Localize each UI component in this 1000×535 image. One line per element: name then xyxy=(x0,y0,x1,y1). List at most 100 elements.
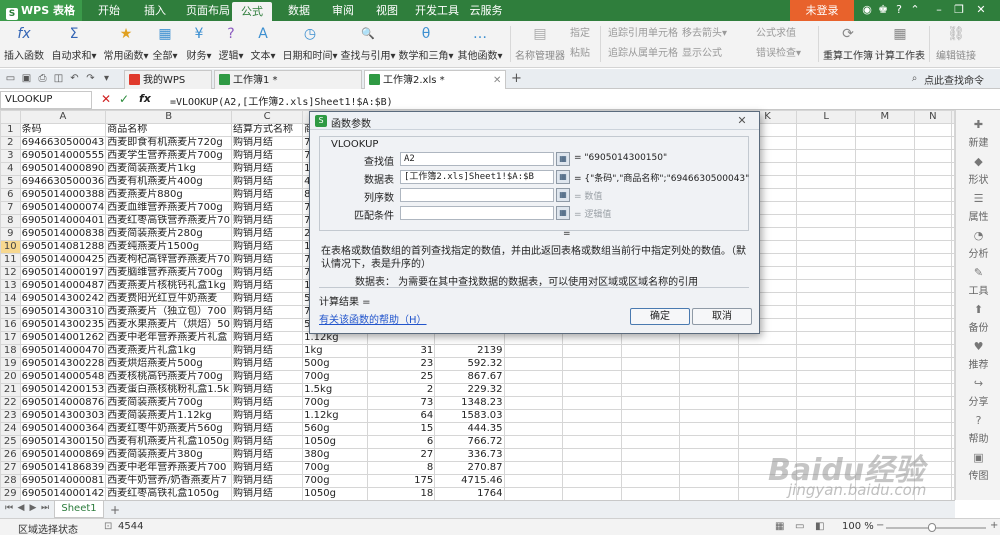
cell-empty[interactable] xyxy=(562,435,623,449)
open-icon[interactable]: ▭ xyxy=(4,72,17,85)
cell-b[interactable]: 西麦核桃高钙燕麦片700g xyxy=(105,370,233,384)
cell-empty[interactable] xyxy=(621,396,681,410)
cell-a[interactable]: 6905014000487 xyxy=(19,279,107,293)
cell-empty[interactable] xyxy=(503,357,564,371)
cell-empty[interactable] xyxy=(621,383,681,397)
cell-empty[interactable] xyxy=(503,396,564,410)
cell-f[interactable]: 2139 xyxy=(434,344,505,358)
cell-empty[interactable] xyxy=(679,487,739,500)
cell-b[interactable]: 西麦中老年营养燕麦片礼盒 xyxy=(105,331,233,345)
zoom-slider[interactable] xyxy=(886,527,986,529)
cell-a[interactable]: 6905014186839 xyxy=(19,461,107,475)
cell-empty[interactable] xyxy=(796,474,856,488)
cell-b[interactable]: 西麦燕麦片880g xyxy=(105,188,233,202)
cell-c[interactable]: 购销月结 xyxy=(231,487,304,500)
tab-insert[interactable]: 插入 xyxy=(138,0,172,21)
name-box[interactable]: VLOOKUP xyxy=(0,91,92,109)
formula-input[interactable]: =VLOOKUP(A2,[工作簿2.xls]Sheet1!$A:$B) xyxy=(170,93,393,108)
row-header[interactable]: 13 xyxy=(0,279,21,293)
cell-empty[interactable] xyxy=(503,435,564,449)
cell-a[interactable]: 6905014200153 xyxy=(19,383,107,397)
cell-empty[interactable] xyxy=(503,487,564,500)
cell-b[interactable]: 西麦牛奶营养/奶香燕麦片7 xyxy=(105,474,233,488)
cell-b[interactable]: 西麦有机燕麦片礼盒1050g xyxy=(105,435,233,449)
cell-empty[interactable] xyxy=(854,279,915,293)
collapse-dialog-icon[interactable]: ▦ xyxy=(556,188,570,202)
minimize-icon[interactable]: – xyxy=(932,3,946,17)
cell-a[interactable]: 6946630500043 xyxy=(19,136,107,150)
zoom-in-icon[interactable]: + xyxy=(990,520,998,531)
insert-function-button[interactable]: fx 插入函数 xyxy=(4,23,44,66)
cell-b[interactable]: 西麦简装燕麦片280g xyxy=(105,227,233,241)
cell-c[interactable]: 购销月结 xyxy=(231,435,304,449)
dropdown-icon[interactable]: ▾ xyxy=(100,72,113,85)
cancel-icon[interactable]: ✕ xyxy=(101,92,111,106)
cell-empty[interactable] xyxy=(503,344,564,358)
cell-d[interactable]: 1050g xyxy=(302,435,369,449)
redo-icon[interactable]: ↷ xyxy=(84,72,97,85)
cell-empty[interactable] xyxy=(621,370,681,384)
cell-empty[interactable] xyxy=(621,461,681,475)
function-help-link[interactable]: 有关该函数的帮助（H） xyxy=(319,311,427,326)
other-functions-button[interactable]: … 其他函数▾ xyxy=(456,23,504,66)
cell-empty[interactable] xyxy=(679,370,739,384)
cell-b[interactable]: 西麦简装燕麦片1.12kg xyxy=(105,409,233,423)
cell-empty[interactable] xyxy=(621,357,681,371)
collapse-dialog-icon[interactable]: ▦ xyxy=(556,170,570,184)
cell-b[interactable]: 西麦枸杞高锌营养燕麦片70 xyxy=(105,253,233,267)
cell-a[interactable]: 6905014000548 xyxy=(19,370,107,384)
cell-empty[interactable] xyxy=(796,149,856,163)
cell-empty[interactable] xyxy=(854,357,915,371)
cell-f[interactable]: 336.73 xyxy=(434,448,505,462)
row-header[interactable]: 18 xyxy=(0,344,21,358)
tab-developer[interactable]: 开发工具 xyxy=(412,0,462,21)
cell-e[interactable]: 18 xyxy=(367,487,436,500)
cell-b[interactable]: 西麦水果燕麦片（烘焙）50 xyxy=(105,318,233,332)
cell-a[interactable]: 6905014000388 xyxy=(19,188,107,202)
lookup-functions-button[interactable]: 🔍 查找与引用▾ xyxy=(340,23,396,66)
sidebar-item-new[interactable]: ✚ 新建 xyxy=(956,118,1000,149)
cell-empty[interactable] xyxy=(796,318,856,332)
cell-d[interactable]: 1050g xyxy=(302,487,369,500)
cell-empty[interactable] xyxy=(679,422,739,436)
cell-c[interactable]: 购销月结 xyxy=(231,344,304,358)
cell-c[interactable]: 购销月结 xyxy=(231,409,304,423)
cell-empty[interactable] xyxy=(854,123,915,137)
cell-empty[interactable] xyxy=(796,253,856,267)
cell-c[interactable]: 购销月结 xyxy=(231,227,304,241)
cell-empty[interactable] xyxy=(796,422,856,436)
cell-empty[interactable] xyxy=(621,409,681,423)
chevron-up-icon[interactable]: ⌃ xyxy=(908,3,922,17)
cell-empty[interactable] xyxy=(854,214,915,228)
sidebar-item-tools[interactable]: ✎ 工具 xyxy=(956,266,1000,297)
cell-e[interactable]: 175 xyxy=(367,474,436,488)
cell-empty[interactable] xyxy=(737,474,798,488)
cell-empty[interactable] xyxy=(621,435,681,449)
calculate-sheet-button[interactable]: ▦ 计算工作表 xyxy=(875,23,925,66)
cell-empty[interactable] xyxy=(737,383,798,397)
cell-empty[interactable] xyxy=(621,344,681,358)
evaluate-formula-button[interactable]: 公式求值 xyxy=(756,27,796,41)
table-array-input[interactable]: [工作簿2.xls]Sheet1!$A:$B xyxy=(400,170,554,184)
row-header[interactable]: 27 xyxy=(0,461,21,475)
cell-d[interactable]: 700g xyxy=(302,461,369,475)
cell-empty[interactable] xyxy=(854,396,915,410)
cell-empty[interactable] xyxy=(679,409,739,423)
cell-a[interactable]: 6905014000869 xyxy=(19,448,107,462)
cell-b[interactable]: 商品名称 xyxy=(105,123,233,137)
cell-empty[interactable] xyxy=(913,344,953,358)
cell-a[interactable]: 6905014000838 xyxy=(19,227,107,241)
financial-functions-button[interactable]: ¥ 财务▾ xyxy=(184,23,214,66)
cell-d[interactable]: 560g xyxy=(302,422,369,436)
cell-empty[interactable] xyxy=(737,344,798,358)
cell-empty[interactable] xyxy=(503,474,564,488)
page-break-view-icon[interactable]: ▭ xyxy=(795,521,804,532)
tab-data[interactable]: 数据 xyxy=(282,0,316,21)
cell-empty[interactable] xyxy=(503,383,564,397)
cell-c[interactable]: 购销月结 xyxy=(231,240,304,254)
cell-a[interactable]: 6905014300228 xyxy=(19,357,107,371)
cell-f[interactable]: 1583.03 xyxy=(434,409,505,423)
tab-formulas[interactable]: 公式 xyxy=(232,2,272,21)
fx-icon[interactable]: fx xyxy=(139,92,151,105)
sidebar-item-help[interactable]: ? 帮助 xyxy=(956,414,1000,445)
